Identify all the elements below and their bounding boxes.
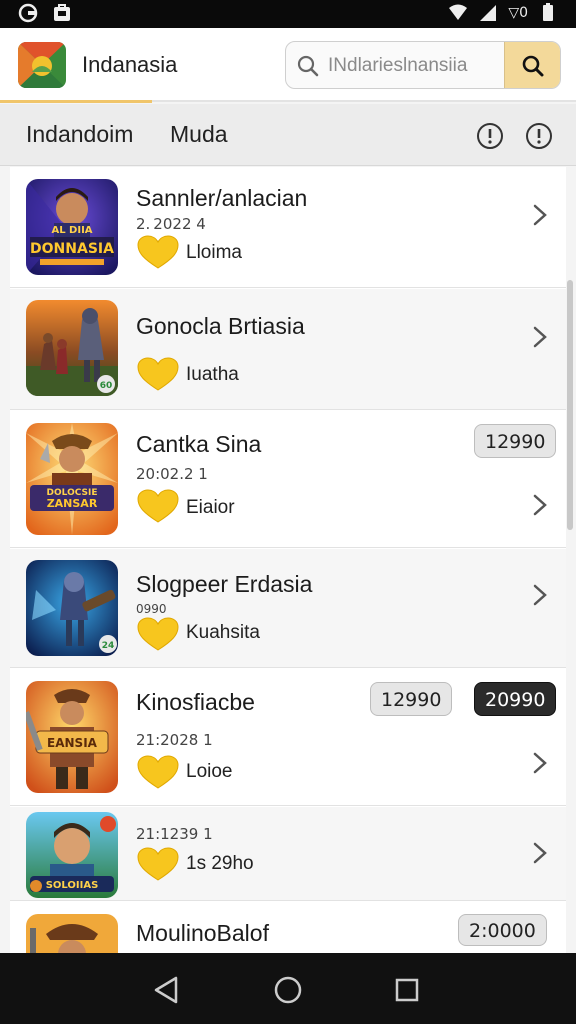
chevron-right-icon[interactable]: [532, 493, 548, 517]
thumb-banner-text: DONNASIA: [30, 241, 114, 257]
search-box[interactable]: INdlarieslnansiia: [285, 41, 561, 89]
list-item[interactable]: 60 Gonocla Brtiasia Iuatha: [10, 289, 566, 410]
circle-app-icon: [18, 3, 38, 23]
item-title: MoulinoBalof: [136, 920, 269, 946]
chevron-right-icon[interactable]: [532, 841, 548, 865]
app-bar: Indanasia INdlarieslnansiia: [0, 28, 576, 102]
thumb-banner-text: ZANSAR: [47, 497, 98, 510]
search-input[interactable]: INdlarieslnansiia: [328, 55, 467, 77]
list-item[interactable]: 24 Slogpeer Erdasia 0990 Kuahsita: [10, 549, 566, 668]
item-title: Slogpeer Erdasia: [136, 571, 313, 597]
item-subtitle: Lloima: [186, 242, 242, 263]
item-meta: 21:2028 1: [136, 731, 213, 749]
price-badge[interactable]: 12990: [370, 682, 453, 716]
item-title: Sannler/anlacian: [136, 185, 308, 211]
back-icon[interactable]: [150, 973, 184, 1007]
heart-icon[interactable]: [136, 617, 180, 651]
game-thumbnail: [26, 914, 118, 953]
thumb-banner-text: SOLOIIAS: [46, 880, 99, 891]
item-subtitle: Loioe: [186, 761, 233, 782]
chevron-right-icon[interactable]: [532, 325, 548, 349]
item-subtitle: 1s 29ho: [186, 853, 254, 874]
price-badge[interactable]: 2:0000: [458, 914, 547, 946]
game-thumbnail: SOLOIIAS: [26, 812, 118, 898]
thumb-top-text: AL DIIA: [51, 225, 92, 236]
item-meta: 0990: [136, 602, 167, 616]
app-title: Indanasia: [82, 52, 178, 77]
carrier-text: ▽0: [508, 5, 528, 21]
game-thumbnail: AL DIIA DONNASIA: [26, 179, 118, 275]
heart-icon[interactable]: [136, 847, 180, 881]
app-logo[interactable]: [18, 42, 66, 88]
tab-indandoim[interactable]: Indandoim: [26, 121, 133, 148]
price-badge[interactable]: 20990: [474, 682, 557, 716]
item-title: Kinosfiacbe: [136, 689, 255, 715]
price-badge[interactable]: 12990: [474, 424, 557, 458]
item-subtitle: Kuahsita: [186, 622, 260, 643]
item-title: Cantka Sina: [136, 431, 262, 457]
search-icon: [297, 55, 319, 77]
game-thumbnail: DOLOCSIE ZANSAR: [26, 423, 118, 535]
item-title: Gonocla Brtiasia: [136, 313, 305, 339]
chevron-right-icon[interactable]: [532, 203, 548, 227]
search-icon: [522, 55, 544, 77]
tab-muda[interactable]: Muda: [170, 121, 228, 148]
item-meta: 21:1239 1: [136, 825, 213, 843]
shopping-bag-icon: [54, 4, 70, 21]
chevron-right-icon[interactable]: [532, 751, 548, 775]
tab-bar: Indandoim Muda: [0, 104, 576, 166]
item-meta: 20:02.2 1: [136, 465, 208, 483]
list-item[interactable]: EANSIA Kinosfiacbe 21:2028 1 Loioe 12990…: [10, 669, 566, 806]
item-subtitle: Eiaior: [186, 497, 235, 518]
thumb-banner-text: EANSIA: [47, 736, 98, 750]
list-item[interactable]: AL DIIA DONNASIA Sannler/anlacian 2. 202…: [10, 167, 566, 288]
signal-icon: [480, 5, 497, 21]
alert-icon[interactable]: [525, 122, 553, 150]
heart-icon[interactable]: [136, 235, 180, 269]
heart-icon[interactable]: [136, 489, 180, 523]
chevron-right-icon[interactable]: [532, 583, 548, 607]
item-subtitle: Iuatha: [186, 364, 239, 385]
home-icon[interactable]: [271, 973, 305, 1007]
list-item[interactable]: SOLOIIAS 21:1239 1 1s 29ho: [10, 807, 566, 901]
svg-text:24: 24: [102, 641, 115, 651]
battery-icon: [543, 3, 553, 21]
scrollbar[interactable]: [567, 280, 573, 530]
info-icon[interactable]: [476, 122, 504, 150]
item-meta: 2. 2022 4: [136, 215, 206, 233]
list-item[interactable]: DOLOCSIE ZANSAR Cantka Sina 20:02.2 1 Ei…: [10, 411, 566, 548]
status-bar: ▽0: [0, 0, 576, 28]
wifi-icon: [449, 4, 468, 20]
active-indicator: [0, 100, 152, 103]
game-thumbnail: 60: [26, 300, 118, 396]
search-button[interactable]: [504, 42, 560, 88]
svg-text:60: 60: [100, 381, 113, 391]
list-item[interactable]: MoulinoBalof 2:0000: [10, 902, 566, 953]
game-list: AL DIIA DONNASIA Sannler/anlacian 2. 202…: [10, 167, 566, 953]
game-thumbnail: 24: [26, 560, 118, 656]
heart-icon[interactable]: [136, 357, 180, 391]
game-thumbnail: EANSIA: [26, 681, 118, 793]
heart-icon[interactable]: [136, 755, 180, 789]
navigation-bar: [0, 953, 576, 1024]
recents-icon[interactable]: [390, 973, 424, 1007]
